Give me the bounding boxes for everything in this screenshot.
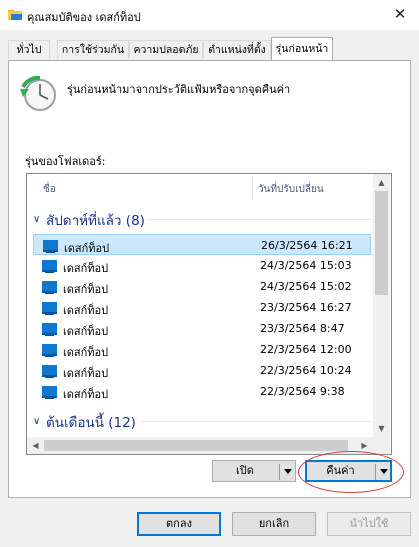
list-item-date: 26/3/2564 16:21 — [261, 239, 353, 252]
open-dropdown-arrow-icon[interactable] — [284, 469, 292, 474]
list-item-date: 22/3/2564 12:00 — [260, 343, 352, 356]
split-divider — [279, 464, 280, 480]
list-item-date: 22/3/2564 9:38 — [260, 385, 345, 398]
horizontal-scroll-thumb[interactable] — [44, 440, 348, 451]
list-item[interactable]: เดสก์ท็อป 22/3/2564 9:38 — [33, 381, 371, 402]
tab-location[interactable]: ตำแหน่งที่ตั้ง — [203, 40, 271, 59]
desktop-folder-icon — [42, 386, 57, 399]
ok-button[interactable]: ตกลง — [137, 512, 221, 536]
list-item-name: เดสก์ท็อป — [63, 283, 109, 296]
open-button[interactable]: เปิด — [213, 461, 277, 481]
tab-security[interactable]: ความปลอดภัย — [129, 40, 203, 59]
group-divider — [142, 421, 370, 422]
previous-versions-description: รุ่นก่อนหน้ามาจากประวัติแฟ้มหรือจากจุดคื… — [67, 83, 291, 96]
list-item-name: เดสก์ท็อป — [63, 367, 109, 380]
list-item-date: 23/3/2564 8:47 — [260, 322, 345, 335]
tab-sharing[interactable]: การใช้ร่วมกัน — [57, 40, 129, 59]
vertical-scroll-thumb[interactable] — [375, 191, 388, 295]
list-item-name: เดสก์ท็อป — [63, 388, 109, 401]
desktop-folder-icon — [42, 302, 57, 315]
restore-clock-icon — [20, 75, 56, 111]
desktop-folder-icon — [42, 323, 57, 336]
apply-button[interactable]: นำไปใช้ — [327, 512, 411, 536]
list-item[interactable]: เดสก์ท็อป 23/3/2564 8:47 — [33, 318, 371, 339]
list-item-date: 24/3/2564 15:03 — [260, 259, 352, 272]
folder-icon — [8, 10, 22, 20]
group-divider — [148, 219, 370, 220]
tab-previous-versions[interactable]: รุ่นก่อนหน้า — [271, 37, 333, 60]
column-header-date-modified[interactable]: วันที่ปรับเปลี่ยน — [258, 182, 324, 197]
annotation-highlight-circle — [298, 451, 404, 493]
desktop-folder-icon — [42, 365, 57, 378]
close-button[interactable]: ✕ — [388, 4, 412, 24]
desktop-folder-icon — [42, 281, 57, 294]
tab-general[interactable]: ทั่วไป — [8, 40, 50, 59]
cancel-button[interactable]: ยกเลิก — [232, 512, 316, 536]
list-item[interactable]: เดสก์ท็อป 24/3/2564 15:02 — [33, 276, 371, 297]
list-item[interactable]: เดสก์ท็อป 24/3/2564 15:03 — [33, 255, 371, 276]
desktop-folder-icon — [43, 240, 58, 253]
list-item[interactable]: เดสก์ท็อป 23/3/2564 16:27 — [33, 297, 371, 318]
chevron-down-icon[interactable]: ∨ — [33, 214, 40, 225]
desktop-folder-icon — [42, 344, 57, 357]
column-header-name[interactable]: ชื่อ — [43, 182, 56, 197]
column-separator[interactable] — [252, 176, 253, 200]
group-header-last-week[interactable]: สัปดาห์ที่แล้ว (8) — [46, 209, 145, 231]
list-item[interactable]: เดสก์ท็อป 22/3/2564 10:24 — [33, 360, 371, 381]
list-item-date: 22/3/2564 10:24 — [260, 364, 352, 377]
list-item-name: เดสก์ท็อป — [63, 346, 109, 359]
list-item-date: 24/3/2564 15:02 — [260, 280, 352, 293]
list-item[interactable]: เดสก์ท็อป 26/3/2564 16:21 — [33, 234, 371, 255]
desktop-folder-icon — [42, 260, 57, 273]
window-title: คุณสมบัติของ เดสก์ท็อป — [27, 11, 141, 24]
group-header-earlier-this-month[interactable]: ต้นเดือนนี้ (12) — [46, 411, 136, 433]
list-item-name: เดสก์ท็อป — [63, 262, 109, 275]
scroll-left-icon[interactable]: ◀ — [27, 437, 44, 454]
open-split-button[interactable]: เปิด — [212, 460, 296, 482]
list-item[interactable]: เดสก์ท็อป 22/3/2564 12:00 — [33, 339, 371, 360]
list-item-name: เดสก์ท็อป — [63, 325, 109, 338]
list-item-name: เดสก์ท็อป — [63, 304, 109, 317]
list-item-date: 23/3/2564 16:27 — [260, 301, 352, 314]
scroll-up-icon[interactable]: ▲ — [373, 174, 390, 191]
scroll-down-icon[interactable]: ▼ — [373, 420, 390, 437]
folder-versions-label: รุ่นของโฟลเดอร์: — [25, 155, 106, 168]
chevron-down-icon[interactable]: ∨ — [33, 416, 40, 427]
